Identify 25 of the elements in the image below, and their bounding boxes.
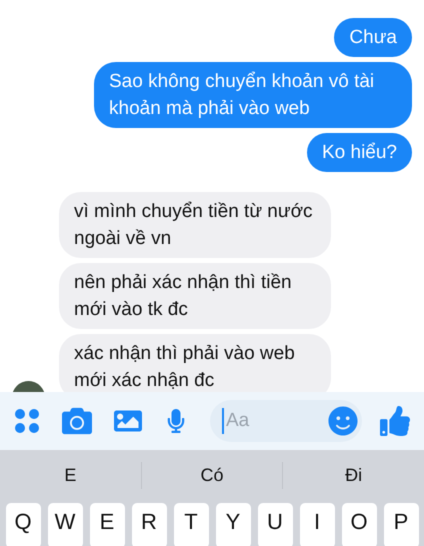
keyboard-key[interactable]: O	[342, 503, 376, 546]
keyboard-key[interactable]: P	[384, 503, 418, 546]
message-bubble: Sao không chuyển khoản vô tài khoản mà phải vào web	[94, 62, 412, 128]
message-field[interactable]: Aa	[210, 400, 362, 442]
keyboard-key[interactable]: Q	[6, 503, 40, 546]
message-bubble: nên phải xác nhận thì tiền mới vào tk đc	[59, 263, 331, 329]
keyboard-key[interactable]: Y	[216, 503, 250, 546]
keyboard-key[interactable]: R	[132, 503, 166, 546]
keyboard-key[interactable]: T	[174, 503, 208, 546]
keyboard-key[interactable]: I	[300, 503, 334, 546]
keyboard-key[interactable]: E	[90, 503, 124, 546]
message-bubble: Ko hiểu?	[306, 133, 412, 172]
message-bubble: xác nhận thì phải vào web mới xác nhận đc	[59, 334, 331, 392]
apps-icon[interactable]	[14, 408, 40, 434]
camera-icon[interactable]	[62, 406, 92, 436]
message-bubble: Chưa	[334, 18, 412, 57]
emoji-icon[interactable]	[328, 406, 358, 436]
keyboard-key[interactable]: U	[258, 503, 292, 546]
message-input[interactable]: Aa	[226, 406, 328, 436]
suggestion[interactable]: Đi	[337, 462, 370, 488]
message-bubble: vì mình chuyển tiền từ nước ngoài về vn	[59, 192, 331, 258]
keyboard-key[interactable]: W	[48, 503, 82, 546]
suggestion[interactable]: E	[56, 462, 84, 488]
thumbs-up-icon[interactable]	[380, 406, 410, 436]
suggestion[interactable]: Có	[192, 462, 232, 488]
